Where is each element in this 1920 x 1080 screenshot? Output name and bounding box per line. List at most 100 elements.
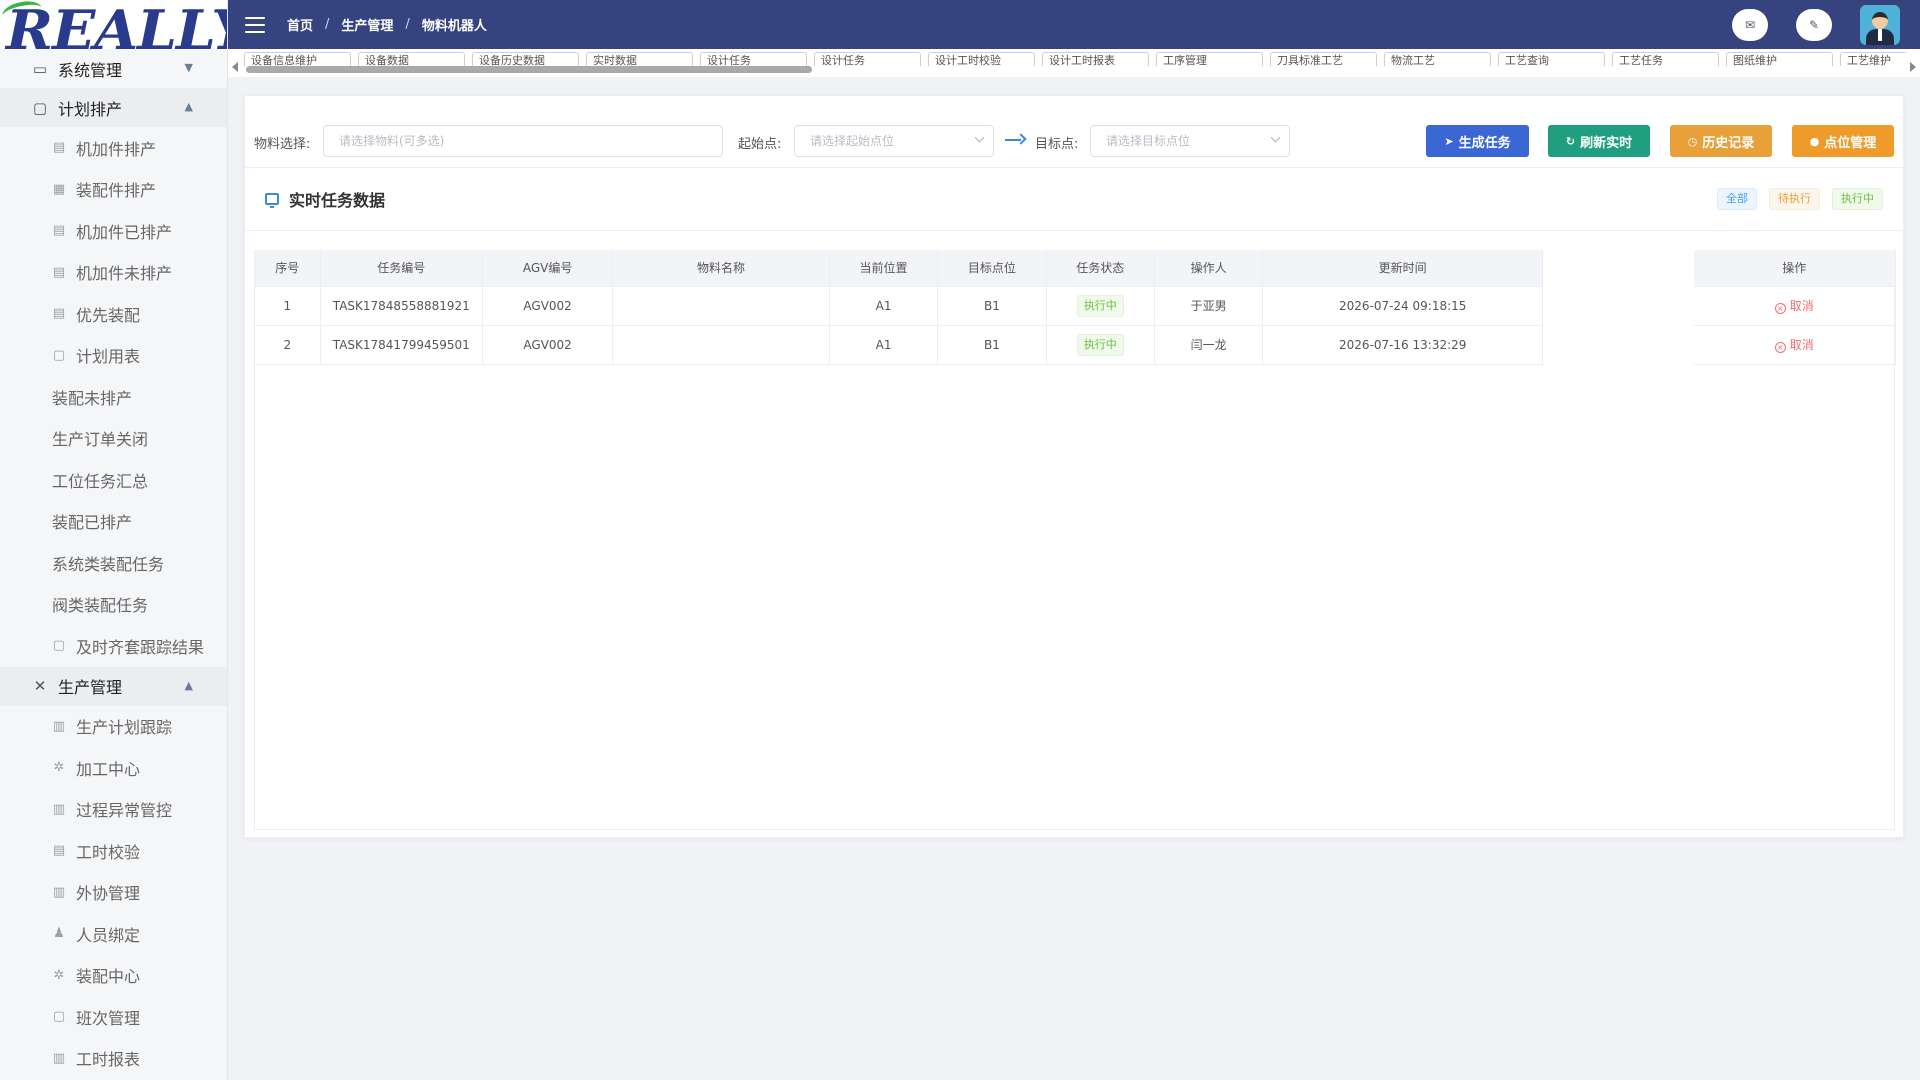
doc-icon: ▤ bbox=[52, 306, 66, 322]
avatar[interactable] bbox=[1860, 4, 1900, 45]
open-tab[interactable]: 工序管理 bbox=[1156, 52, 1263, 66]
sidebar-item[interactable]: ✲ 装配中心 bbox=[0, 955, 227, 997]
sidebar-item[interactable]: 系统类装配任务 bbox=[0, 542, 227, 584]
top-bar: 首页 / 生产管理 / 物料机器人 ✉ ✎ bbox=[228, 0, 1920, 49]
target-point-select[interactable]: 请选择目标点位 bbox=[1090, 125, 1290, 157]
clock-icon: ◷ bbox=[1687, 134, 1698, 148]
chevron-up-icon: ▲ bbox=[184, 678, 193, 692]
sidebar-item[interactable]: 工位任务汇总 bbox=[0, 459, 227, 501]
gear-icon: ✲ bbox=[53, 967, 65, 983]
cancel-task-button[interactable]: × 取消 bbox=[1774, 338, 1814, 353]
cell-action: × 取消 bbox=[1694, 325, 1896, 365]
sidebar-item[interactable]: ▤ 机加件排产 bbox=[0, 127, 227, 169]
refresh-label: 刷新实时 bbox=[1580, 135, 1633, 151]
open-tab[interactable]: 设计工时校验 bbox=[928, 52, 1035, 66]
open-tab[interactable]: 实时数据 bbox=[586, 52, 693, 66]
start-point-select[interactable]: 请选择起始点位 bbox=[794, 125, 994, 157]
point-manage-button[interactable]: ● 点位管理 bbox=[1792, 125, 1894, 157]
user-icon: ♟ bbox=[53, 926, 65, 942]
cell-updated: 2026-07-16 13:32:29 bbox=[1262, 325, 1543, 365]
open-tab[interactable]: 设计工时报表 bbox=[1042, 52, 1149, 66]
table-row-action: × 取消 bbox=[1694, 286, 1896, 326]
open-tab[interactable]: 设备信息维护 bbox=[244, 52, 351, 66]
sidebar-item[interactable]: 阀类装配任务 bbox=[0, 584, 227, 626]
sidebar-item[interactable]: ▥ 工时报表 bbox=[0, 1038, 227, 1080]
cancel-task-button[interactable]: × 取消 bbox=[1774, 299, 1814, 314]
breadcrumb: 首页 / 生产管理 / 物料机器人 bbox=[287, 15, 487, 34]
sidebar-item[interactable]: 生产订单关闭 bbox=[0, 418, 227, 460]
file-icon: ▢ bbox=[52, 638, 66, 654]
filter-all-chip[interactable]: 全部 bbox=[1717, 188, 1757, 210]
sidebar-group-plan[interactable]: ▢ 计划排产 ▲ bbox=[0, 88, 227, 127]
open-tab[interactable]: 设备历史数据 bbox=[472, 52, 579, 66]
document-icon: ▢ bbox=[32, 98, 48, 117]
sidebar-item[interactable]: ▢ 计划用表 bbox=[0, 335, 227, 377]
column-header: 任务编号 bbox=[320, 250, 484, 287]
sidebar-item[interactable]: 装配已排产 bbox=[0, 501, 227, 543]
open-tab[interactable]: 刀具标准工艺 bbox=[1270, 52, 1377, 66]
open-tab[interactable]: 设备数据 bbox=[358, 52, 465, 66]
open-tab[interactable]: 设计任务 bbox=[700, 52, 807, 66]
open-tab[interactable]: 图纸维护 bbox=[1726, 52, 1833, 66]
cancel-label: 取消 bbox=[1789, 299, 1814, 313]
chevron-down-icon bbox=[1270, 132, 1281, 143]
material-label: 物料选择: bbox=[254, 137, 311, 152]
sidebar-item[interactable]: ▢ 班次管理 bbox=[0, 996, 227, 1038]
edit-icon[interactable]: ✎ bbox=[1796, 8, 1832, 41]
sidebar-item-label: 人员绑定 bbox=[76, 925, 141, 945]
column-header: 当前位置 bbox=[829, 250, 939, 287]
sidebar-item-label: 生产计划跟踪 bbox=[76, 718, 173, 738]
cell-action: × 取消 bbox=[1694, 286, 1896, 326]
material-select[interactable]: 请选择物料(可多选) bbox=[323, 125, 723, 157]
breadcrumb-home[interactable]: 首页 bbox=[287, 15, 313, 34]
breadcrumb-production[interactable]: 生产管理 bbox=[341, 15, 393, 34]
sidebar-item[interactable]: ♟ 人员绑定 bbox=[0, 913, 227, 955]
cell-operator: 闫一龙 bbox=[1154, 325, 1264, 365]
tab-scrollbar[interactable] bbox=[246, 66, 812, 73]
sidebar-item[interactable]: ✲ 加工中心 bbox=[0, 747, 227, 789]
sidebar-item[interactable]: ▢ 及时齐套跟踪结果 bbox=[0, 625, 227, 667]
sidebar-item-label: 工时报表 bbox=[76, 1050, 141, 1070]
history-label: 历史记录 bbox=[1702, 135, 1755, 151]
filter-running-chip[interactable]: 执行中 bbox=[1832, 188, 1883, 210]
sidebar-item-label: 系统类装配任务 bbox=[52, 554, 165, 574]
sidebar-item[interactable]: ▤ 机加件已排产 bbox=[0, 210, 227, 252]
sidebar-group-label: 生产管理 bbox=[58, 678, 123, 697]
sidebar-group-production[interactable]: ✕ 生产管理 ▲ bbox=[0, 666, 227, 706]
mail-icon[interactable]: ✉ bbox=[1732, 8, 1768, 41]
sidebar-item[interactable]: ▤ 工时校验 bbox=[0, 830, 227, 872]
open-tab[interactable]: 物流工艺 bbox=[1384, 52, 1491, 66]
scroll-right-icon[interactable] bbox=[1910, 62, 1916, 72]
history-button[interactable]: ◷ 历史记录 bbox=[1670, 125, 1772, 157]
monitor-icon: ▭ bbox=[32, 59, 48, 78]
open-tab[interactable]: 设计任务 bbox=[814, 52, 921, 66]
sidebar-group-system[interactable]: ▭ 系统管理 ▼ bbox=[0, 49, 227, 88]
sidebar-item-label: 机加件已排产 bbox=[76, 222, 173, 242]
list-icon: ▥ bbox=[52, 718, 66, 734]
sidebar-item-label: 优先装配 bbox=[76, 305, 141, 325]
cell-status: 执行中 bbox=[1046, 325, 1156, 365]
sidebar-item[interactable]: ▦ 装配件排产 bbox=[0, 169, 227, 211]
send-icon: ➤ bbox=[1444, 134, 1454, 148]
sidebar-group-label: 计划排产 bbox=[58, 99, 123, 119]
sidebar-item[interactable]: ▤ 机加件未排产 bbox=[0, 252, 227, 294]
refresh-button[interactable]: ↻ 刷新实时 bbox=[1548, 125, 1650, 157]
sidebar-item[interactable]: ▥ 过程异常管控 bbox=[0, 789, 227, 831]
sidebar-item-label: 班次管理 bbox=[76, 1008, 141, 1028]
sidebar-item[interactable]: ▥ 生产计划跟踪 bbox=[0, 706, 227, 748]
open-tab[interactable]: 工艺查询 bbox=[1498, 52, 1605, 66]
status-filter-chips: 全部 待执行 执行中 bbox=[1705, 188, 1883, 210]
sidebar-item[interactable]: ▥ 外协管理 bbox=[0, 872, 227, 914]
sidebar-item[interactable]: 装配未排产 bbox=[0, 376, 227, 418]
filter-pending-chip[interactable]: 待执行 bbox=[1769, 188, 1820, 210]
sidebar-item-label: 及时齐套跟踪结果 bbox=[76, 637, 205, 657]
menu-toggle-icon[interactable] bbox=[245, 16, 265, 33]
sidebar-item[interactable]: ▤ 优先装配 bbox=[0, 293, 227, 335]
open-tab[interactable]: 工艺维护 bbox=[1840, 52, 1906, 66]
open-tab[interactable]: 工艺任务 bbox=[1612, 52, 1719, 66]
scroll-left-icon[interactable] bbox=[232, 62, 238, 72]
cell-material bbox=[612, 325, 830, 365]
filter-bar: 物料选择: 请选择物料(可多选) 起始点: 请选择起始点位 目标点: 请选择目标… bbox=[245, 96, 1903, 168]
generate-task-button[interactable]: ➤ 生成任务 bbox=[1426, 125, 1529, 157]
sidebar-item-label: 外协管理 bbox=[76, 884, 141, 904]
